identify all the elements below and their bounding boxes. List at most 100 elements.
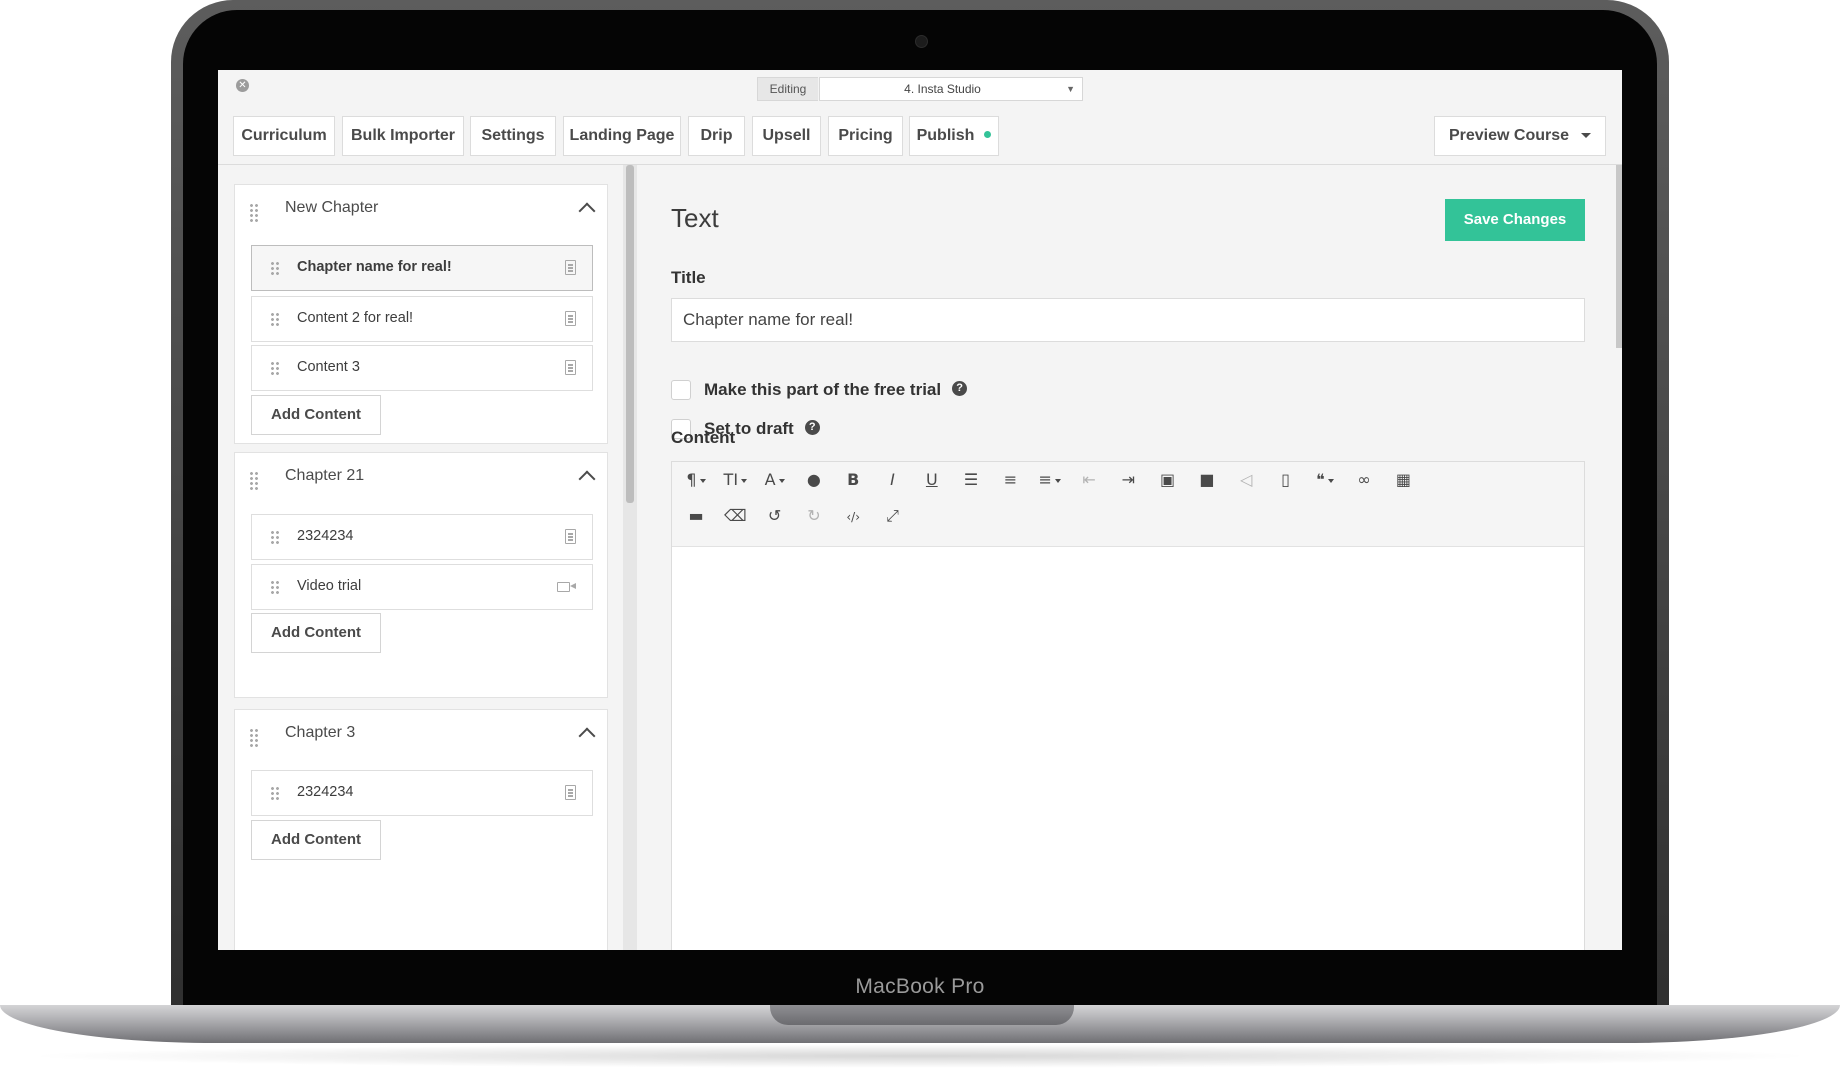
chapter-header[interactable]: Chapter 3 (235, 710, 607, 760)
text-document-icon (565, 360, 576, 375)
drag-handle-icon[interactable] (249, 471, 259, 491)
video-icon[interactable]: ■ (1190, 464, 1224, 496)
free-trial-checkbox[interactable] (671, 380, 691, 400)
content-item[interactable]: 2324234 (251, 514, 593, 560)
sidebar-scrollbar[interactable] (626, 165, 634, 503)
add-content-button[interactable]: Add Content (251, 613, 381, 653)
content-item-label: 2324234 (297, 784, 354, 800)
chevron-up-icon[interactable] (578, 202, 596, 220)
preview-course-label: Preview Course (1448, 127, 1570, 144)
title-label: Title (671, 268, 706, 287)
device-brand-label: MacBook Pro (855, 975, 985, 998)
image-icon[interactable]: ▣ (1151, 464, 1185, 496)
audio-icon[interactable]: ◁ (1229, 464, 1263, 496)
text-document-icon (565, 311, 576, 326)
editor-content-area[interactable] (672, 546, 1584, 950)
drag-handle-icon[interactable] (249, 203, 259, 223)
code-view-icon[interactable]: ‹/› (836, 500, 870, 532)
course-select[interactable]: 4. Insta Studio ▼ (819, 77, 1083, 101)
indent-icon[interactable]: ⇥ (1111, 464, 1145, 496)
text-color-icon[interactable]: ● (797, 464, 831, 496)
text-document-icon (565, 260, 576, 275)
content-item-label: Content 2 for real! (297, 310, 414, 326)
laptop-notch (770, 1005, 1074, 1025)
preview-course-button[interactable]: Preview Course (1434, 116, 1606, 156)
tab-pricing[interactable]: Pricing (828, 116, 903, 156)
title-input[interactable]: Chapter name for real! (671, 298, 1585, 342)
help-icon[interactable]: ? (952, 381, 968, 397)
bullet-list-icon[interactable]: ☰ (954, 464, 988, 496)
close-icon[interactable]: ✕ (236, 79, 249, 92)
redo-icon[interactable]: ↻ (797, 500, 831, 532)
chevron-up-icon[interactable] (578, 727, 596, 745)
file-icon[interactable]: ▯ (1269, 464, 1303, 496)
tab-settings[interactable]: Settings (470, 116, 556, 156)
content-item-label: Content 3 (297, 359, 360, 375)
undo-icon[interactable]: ↺ (758, 500, 792, 532)
content-item[interactable]: Video trial (251, 564, 593, 610)
tab-bulk-importer[interactable]: Bulk Importer (342, 116, 464, 156)
tab-drip[interactable]: Drip (688, 116, 745, 156)
tab-landing-page[interactable]: Landing Page (563, 116, 681, 156)
editing-label: Editing (757, 77, 818, 101)
chapter-card: Chapter 3 2324234 Add Content (234, 709, 608, 950)
editor-toolbar: ¶ TI A ● B I U ☰ ≡ ≡ ⇤ ⇥ ▣ ■ ◁ ▯ ❝ ∞ ▦ ▬ ⌫ ↺ ↻ ‹/› ⤢ (672, 462, 1584, 546)
chapter-card: New Chapter Chapter name for real! Conte… (234, 184, 608, 444)
bold-icon[interactable]: B (836, 464, 870, 496)
content-item[interactable]: Content 2 for real! (251, 296, 593, 342)
laptop-shadow (20, 1044, 1820, 1068)
drag-handle-icon[interactable] (249, 728, 259, 748)
add-content-button[interactable]: Add Content (251, 820, 381, 860)
help-icon[interactable]: ? (804, 420, 820, 436)
drag-handle-icon[interactable] (270, 786, 280, 802)
free-trial-label: Make this part of the free trial (704, 380, 942, 399)
chapter-header[interactable]: New Chapter (235, 185, 607, 235)
chevron-down-icon: ▼ (1066, 84, 1075, 94)
content-item[interactable]: Content 3 (251, 345, 593, 391)
content-item-label: 2324234 (297, 528, 354, 544)
tab-upsell[interactable]: Upsell (752, 116, 821, 156)
font-size-icon[interactable]: TI (718, 464, 752, 496)
clear-format-icon[interactable]: ⌫ (718, 500, 752, 532)
text-document-icon (565, 785, 576, 800)
tab-curriculum[interactable]: Curriculum (233, 116, 335, 156)
free-trial-row: Make this part of the free trial? (704, 380, 968, 400)
align-icon[interactable]: ≡ (1033, 464, 1067, 496)
horizontal-rule-icon[interactable]: ▬ (679, 500, 713, 532)
text-document-icon (565, 529, 576, 544)
italic-icon[interactable]: I (876, 464, 910, 496)
content-item[interactable]: Chapter name for real! (251, 245, 593, 291)
drag-handle-icon[interactable] (270, 530, 280, 546)
underline-icon[interactable]: U (915, 464, 949, 496)
fullscreen-icon[interactable]: ⤢ (876, 500, 910, 532)
outdent-icon[interactable]: ⇤ (1072, 464, 1106, 496)
chapter-header[interactable]: Chapter 21 (235, 453, 607, 503)
course-select-value: 4. Insta Studio (904, 82, 981, 96)
content-item-label: Video trial (297, 578, 362, 594)
quote-icon[interactable]: ❝ (1308, 464, 1342, 496)
add-content-button[interactable]: Add Content (251, 395, 381, 435)
chevron-down-icon (1581, 133, 1592, 139)
drag-handle-icon[interactable] (270, 312, 280, 328)
drag-handle-icon[interactable] (270, 580, 280, 596)
chapter-title: Chapter 3 (285, 724, 356, 741)
camera-icon (915, 35, 928, 48)
rich-text-editor: ¶ TI A ● B I U ☰ ≡ ≡ ⇤ ⇥ ▣ ■ ◁ ▯ ❝ ∞ ▦ ▬ ⌫ ↺ ↻ ‹/› ⤢ (671, 461, 1585, 950)
chevron-up-icon[interactable] (578, 470, 596, 488)
table-icon[interactable]: ▦ (1386, 464, 1420, 496)
curriculum-sidebar: New Chapter Chapter name for real! Conte… (218, 165, 631, 950)
tab-publish[interactable]: Publish (909, 116, 999, 156)
link-icon[interactable]: ∞ (1347, 464, 1381, 496)
paragraph-format-icon[interactable]: ¶ (679, 464, 713, 496)
drag-handle-icon[interactable] (270, 261, 280, 277)
font-family-icon[interactable]: A (758, 464, 792, 496)
chapter-title: Chapter 21 (285, 467, 365, 484)
main-scrollbar[interactable] (1616, 165, 1622, 348)
numbered-list-icon[interactable]: ≡ (993, 464, 1027, 496)
content-item[interactable]: 2324234 (251, 770, 593, 816)
tab-publish-label: Publish (916, 127, 975, 144)
drag-handle-icon[interactable] (270, 361, 280, 377)
video-camera-icon (557, 582, 576, 592)
content-editor-panel: Text Save Changes Title Chapter name for… (637, 165, 1622, 950)
save-changes-button[interactable]: Save Changes (1445, 199, 1585, 241)
